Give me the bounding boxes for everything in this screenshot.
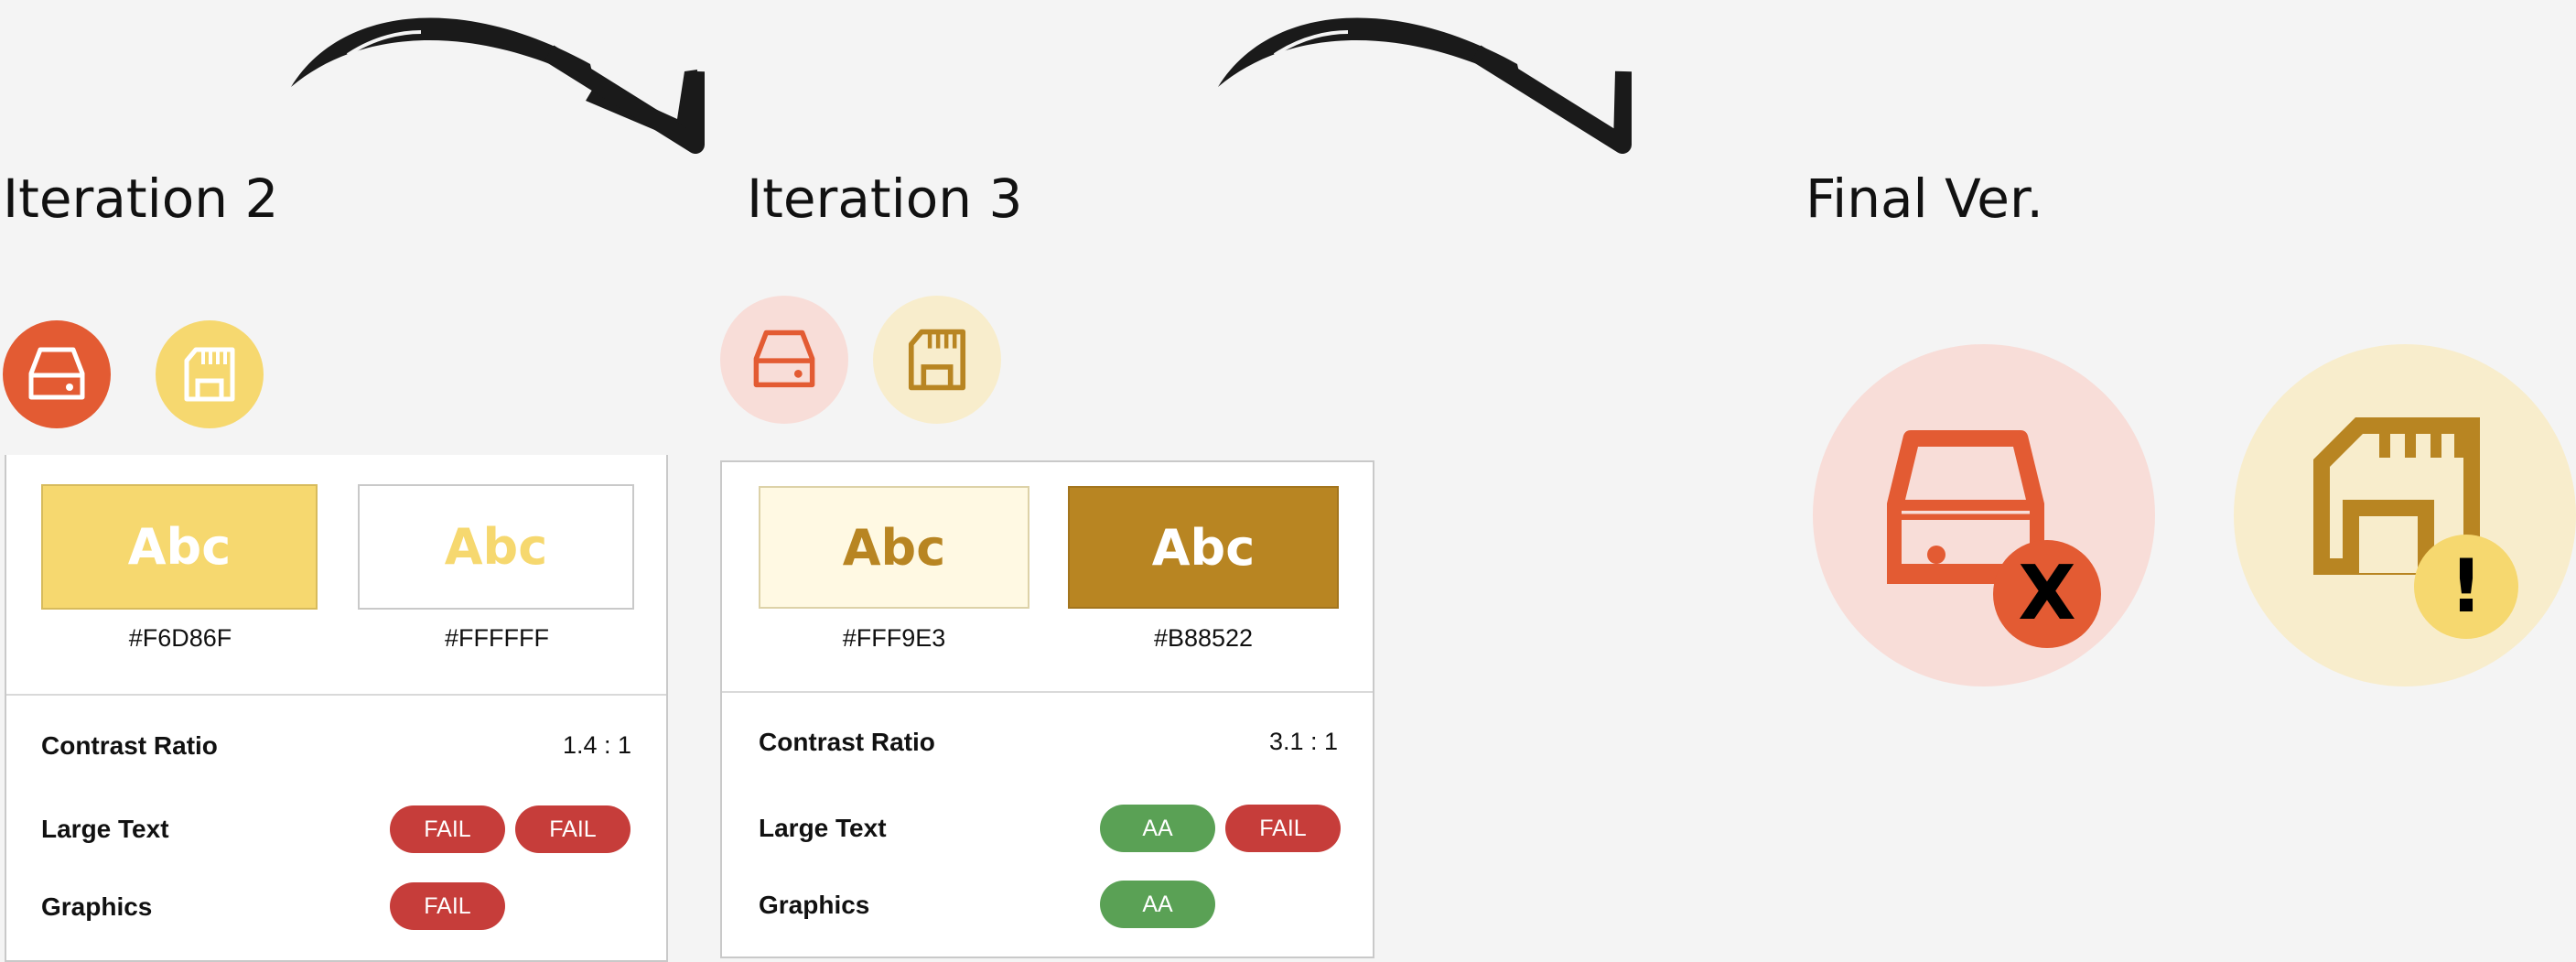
graphics-label: Graphics [41, 892, 153, 921]
sd-card-icon [184, 347, 235, 402]
contrast-ratio-value: 3.1 : 1 [1268, 728, 1338, 755]
contrast-ratio-label: Contrast Ratio [41, 731, 218, 760]
curved-arrow-1 [291, 17, 705, 154]
iteration2-drive-circle [3, 320, 111, 428]
large-text-badge-1: FAIL [390, 805, 505, 853]
large-text-badge-2: FAIL [515, 805, 631, 853]
graphics-label: Graphics [759, 891, 870, 919]
iteration2-hex-1: #F6D86F [128, 624, 232, 652]
iteration3-card-circle [873, 296, 1001, 424]
large-text-badge-2: FAIL [1225, 805, 1341, 852]
iteration3-swatch-gold: Abc [1068, 486, 1339, 609]
graphics-badge-1: AA [1100, 881, 1215, 928]
contrast-ratio-label: Contrast Ratio [759, 728, 935, 756]
heading-final-version: Final Ver. [1805, 168, 2043, 230]
iteration3-swatch-cream: Abc [759, 486, 1029, 609]
warning-badge: ! [2414, 535, 2518, 639]
divider [722, 691, 1373, 693]
iteration2-hex-2: #FFFFFF [445, 624, 549, 652]
hard-drive-icon [753, 330, 815, 388]
heading-iteration-2: Iteration 2 [3, 168, 279, 230]
divider [6, 694, 666, 696]
large-text-label: Large Text [759, 814, 887, 842]
sd-card-icon [908, 329, 966, 391]
error-badge: X [1993, 540, 2101, 648]
large-text-label: Large Text [41, 815, 169, 843]
contrast-ratio-value: 1.4 : 1 [562, 731, 631, 759]
iteration3-contrast-card: Abc Abc #FFF9E3 #B88522 Contrast Ratio 3… [720, 460, 1374, 958]
iteration3-hex-1: #FFF9E3 [842, 624, 946, 652]
graphics-badge-1: FAIL [390, 882, 505, 930]
iteration2-card-circle [156, 320, 264, 428]
iteration3-drive-circle [720, 296, 848, 424]
iteration2-swatch-yellow: Abc [41, 484, 318, 610]
large-text-badge-1: AA [1100, 805, 1215, 852]
iteration3-hex-2: #B88522 [1153, 624, 1254, 652]
iteration2-swatch-white: Abc [358, 484, 634, 610]
hard-drive-icon [28, 347, 85, 400]
curved-arrow-2 [1218, 17, 1632, 154]
heading-iteration-3: Iteration 3 [747, 168, 1023, 230]
iteration2-contrast-card: Abc Abc #F6D86F #FFFFFF Contrast Ratio 1… [5, 455, 668, 962]
